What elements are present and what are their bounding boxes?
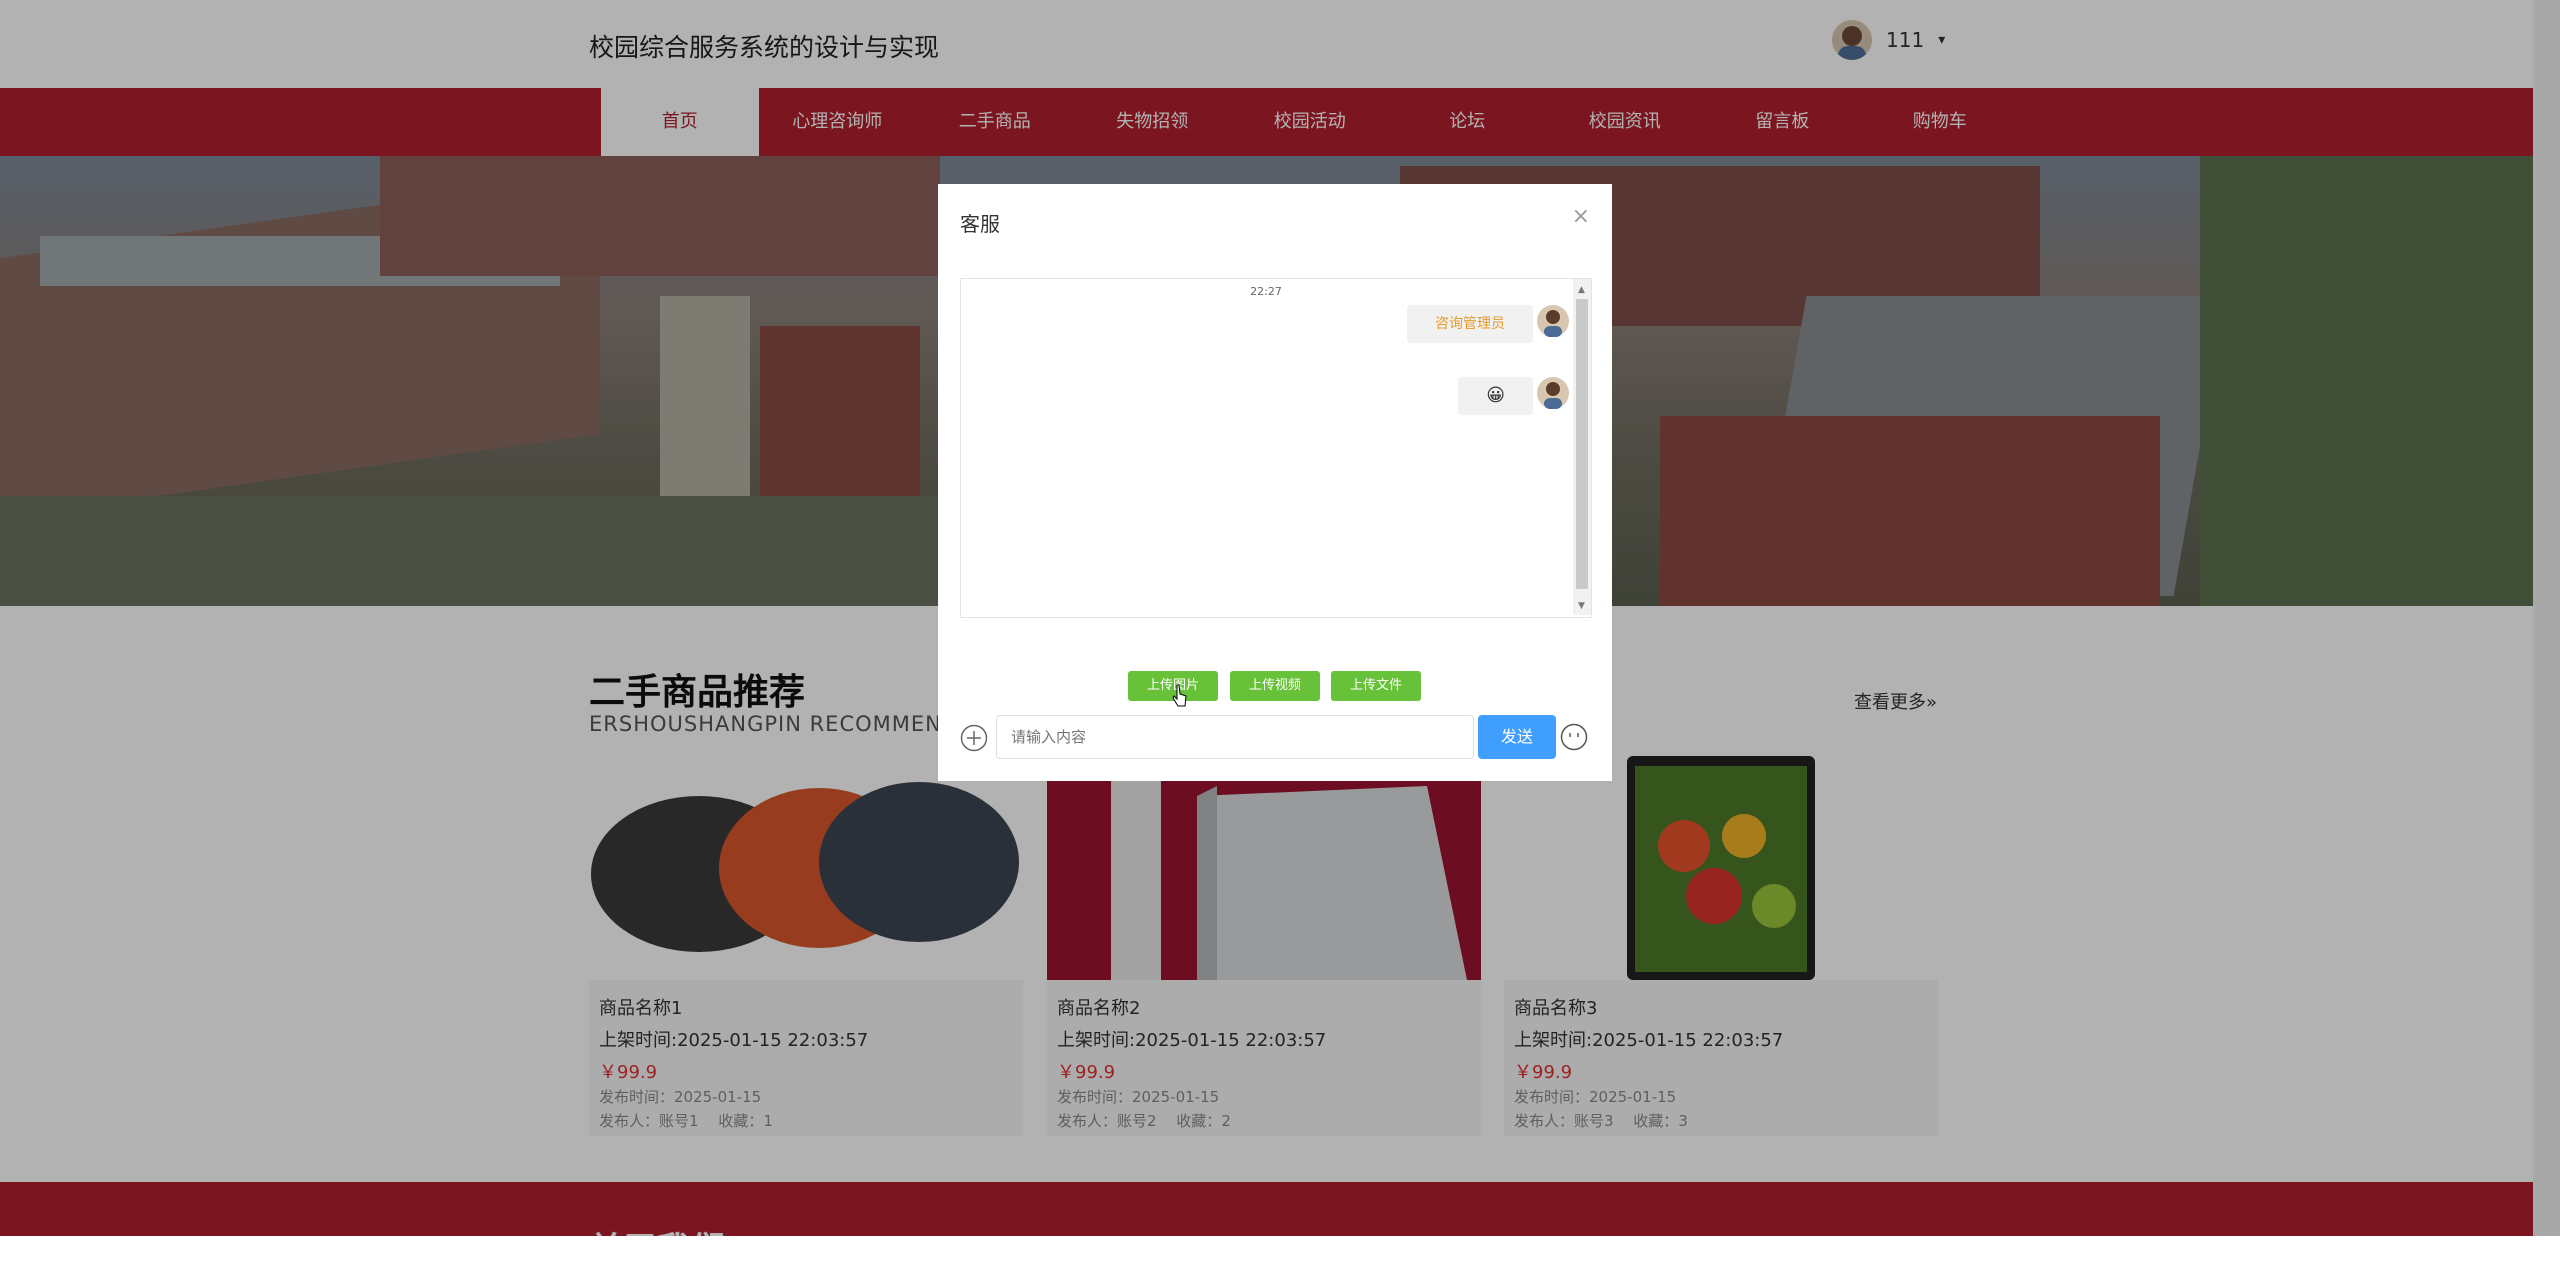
chat-scrollbar[interactable]: ▲ ▼ (1573, 279, 1591, 615)
send-button[interactable]: 发送 (1478, 715, 1556, 759)
customer-service-dialog: 客服 × 22:27 咨询管理员 😀 ▲ ▼ 上传图片 上传视频 上传文件 发送 (938, 184, 1612, 781)
mouse-cursor-icon (1172, 684, 1187, 707)
scroll-thumb[interactable] (1576, 299, 1588, 589)
admin-avatar-icon (1537, 377, 1569, 409)
upload-file-button[interactable]: 上传文件 (1331, 671, 1421, 701)
scroll-down-icon[interactable]: ▼ (1578, 601, 1585, 611)
chat-timestamp: 22:27 (1250, 285, 1282, 298)
plus-circle-icon[interactable] (960, 724, 988, 752)
dialog-title: 客服 (960, 212, 1000, 236)
chat-panel[interactable]: 22:27 咨询管理员 😀 ▲ ▼ (960, 278, 1592, 618)
chat-message-emoji: 😀 (1458, 377, 1533, 415)
emoji-icon[interactable] (1560, 723, 1588, 751)
close-icon[interactable]: × (1572, 204, 1590, 229)
message-input[interactable] (996, 715, 1474, 759)
upload-video-button[interactable]: 上传视频 (1230, 671, 1320, 701)
chat-message: 咨询管理员 (1407, 305, 1533, 343)
scroll-up-icon[interactable]: ▲ (1578, 285, 1585, 295)
admin-avatar-icon (1537, 305, 1569, 337)
